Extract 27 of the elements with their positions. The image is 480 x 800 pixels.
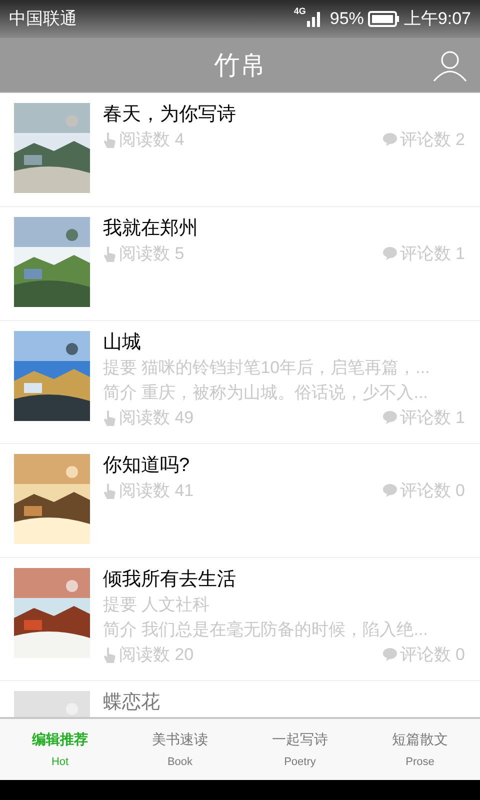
article-title: 倾我所有去生活 — [103, 568, 237, 592]
hand-icon — [103, 646, 116, 662]
app-title: 竹帛 — [214, 48, 266, 82]
article-title: 蝶恋花 — [103, 691, 161, 715]
user-icon[interactable] — [433, 50, 467, 82]
article-title: 我就在郑州 — [103, 217, 199, 241]
hand-icon — [103, 482, 116, 498]
network-type: 4G — [294, 5, 306, 18]
bottom-tab[interactable]: 美书速读 Book — [120, 719, 240, 780]
signal-icon — [306, 11, 322, 27]
hand-icon — [103, 132, 116, 148]
chat-bubble-icon — [382, 246, 398, 261]
battery-icon — [368, 11, 400, 27]
chat-bubble-icon — [382, 483, 398, 498]
bottom-tab[interactable]: 短篇散文 Prose — [360, 719, 480, 780]
hand-icon — [103, 246, 116, 262]
hand-icon — [103, 410, 116, 426]
battery-percent: 95% — [330, 8, 364, 30]
chat-bubble-icon — [382, 647, 398, 662]
chat-bubble-icon — [382, 410, 398, 425]
clock: 上午9:07 — [404, 8, 471, 30]
article-title: 你知道吗? — [103, 454, 191, 478]
carrier-name: 中国联通 — [9, 8, 77, 30]
article-title: 春天，为你写诗 — [103, 103, 237, 127]
chat-bubble-icon — [382, 132, 398, 147]
bottom-tab[interactable]: 一起写诗 Poetry — [240, 719, 360, 780]
article-title: 山城 — [103, 331, 142, 355]
